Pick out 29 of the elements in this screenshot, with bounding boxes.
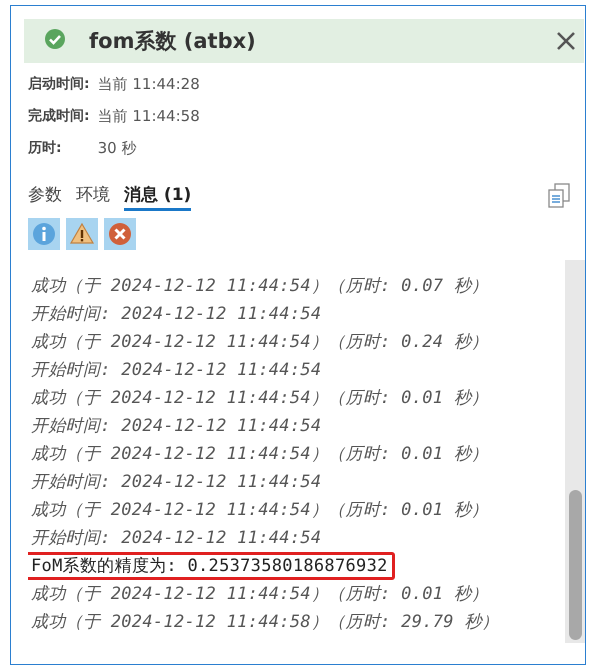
error-filter-button[interactable] xyxy=(104,218,136,250)
log-message: 成功（于 2024-12-12 11:44:54）（历时: 0.01 秒） xyxy=(30,583,490,606)
log-message: 成功（于 2024-12-12 11:44:58）（历时: 29.79 秒） xyxy=(30,611,500,634)
log-message: FoM系数的精度为: 0.25373580186876932 xyxy=(28,552,395,580)
tab[interactable]: 消息 (1) xyxy=(124,183,192,211)
detail-label: 完成时间: xyxy=(28,106,90,126)
tool-title: fom系数 (atbx) xyxy=(89,28,257,55)
copy-icon[interactable] xyxy=(547,183,571,209)
log-message: 成功（于 2024-12-12 11:44:54）（历时: 0.01 秒） xyxy=(30,387,490,410)
log-message: 开始时间: 2024-12-12 11:44:54 xyxy=(30,359,322,382)
detail-value: 当前 11:44:58 xyxy=(98,106,201,127)
log-message: 成功（于 2024-12-12 11:44:54）（历时: 0.01 秒） xyxy=(30,499,490,522)
log-message: 成功（于 2024-12-12 11:44:54）（历时: 0.01 秒） xyxy=(30,443,490,466)
scrollbar-track[interactable] xyxy=(565,260,585,643)
log-message: 开始时间: 2024-12-12 11:44:54 xyxy=(30,471,322,494)
info-filter-button[interactable] xyxy=(28,218,60,250)
log-message: 成功（于 2024-12-12 11:44:54）（历时: 0.07 秒） xyxy=(30,275,490,298)
log-message: 开始时间: 2024-12-12 11:44:54 xyxy=(30,527,322,550)
scrollbar-thumb[interactable] xyxy=(568,490,582,640)
tab[interactable]: 参数 xyxy=(28,183,62,211)
log-message: 开始时间: 2024-12-12 11:44:54 xyxy=(30,415,322,438)
tab[interactable]: 环境 xyxy=(76,183,110,211)
detail-value: 当前 11:44:28 xyxy=(98,74,201,95)
detail-value: 30 秒 xyxy=(98,138,138,159)
log-message: 开始时间: 2024-12-12 11:44:54 xyxy=(30,303,322,326)
detail-label: 启动时间: xyxy=(28,74,90,94)
log-message: 成功（于 2024-12-12 11:44:54）（历时: 0.24 秒） xyxy=(30,331,490,354)
detail-label: 历时: xyxy=(28,139,63,158)
warning-filter-button[interactable] xyxy=(66,218,98,250)
